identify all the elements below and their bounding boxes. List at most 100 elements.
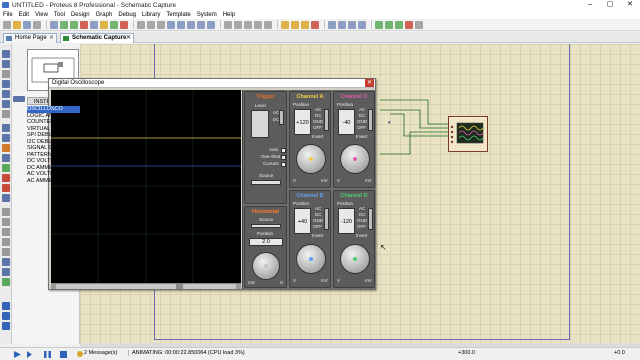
horizontal-position-display[interactable]: 2.0	[249, 238, 283, 246]
channel-d-volts-knob[interactable]	[340, 244, 370, 274]
channel-d-position-display[interactable]: -120	[338, 208, 355, 234]
open-folder-icon[interactable]	[13, 20, 21, 29]
channel-a-volts-knob[interactable]	[296, 144, 326, 174]
virtual-instrument-icon[interactable]	[2, 194, 10, 202]
current-probe-icon[interactable]	[2, 184, 10, 192]
tape-recorder-icon[interactable]	[2, 154, 10, 162]
menu-view[interactable]: View	[35, 12, 48, 18]
zoom-out-icon[interactable]	[187, 20, 195, 29]
make-device-icon[interactable]	[338, 20, 346, 29]
menu-help[interactable]: Help	[223, 12, 235, 18]
save-icon[interactable]	[23, 20, 31, 29]
menu-file[interactable]: File	[3, 12, 13, 18]
property-tool-icon[interactable]	[395, 20, 403, 29]
close-project-icon[interactable]	[33, 20, 41, 29]
close-icon[interactable]: ✕	[620, 0, 640, 10]
symbol-2d-icon[interactable]	[2, 268, 10, 276]
origin-icon[interactable]	[157, 20, 165, 29]
marker-2d-icon[interactable]	[2, 278, 10, 286]
pan-icon[interactable]	[167, 20, 175, 29]
junction-dot-icon[interactable]	[2, 70, 10, 78]
device-pin-icon[interactable]	[2, 134, 10, 142]
text-2d-icon[interactable]	[2, 258, 10, 266]
messages-count[interactable]: 2 Message(s)	[84, 350, 117, 356]
step-button[interactable]	[27, 351, 32, 358]
paste-icon[interactable]	[264, 20, 272, 29]
message-icon[interactable]	[77, 351, 83, 357]
pick-device-icon[interactable]	[328, 20, 336, 29]
component-mode-icon[interactable]	[2, 60, 10, 68]
close-icon[interactable]: ✕	[365, 79, 374, 87]
rotate-anticlockwise-icon[interactable]	[2, 312, 10, 320]
subcircuit-icon[interactable]	[2, 110, 10, 118]
schematic-icon[interactable]	[60, 20, 68, 29]
maximize-icon[interactable]: ▢	[600, 0, 620, 10]
block-rotate-icon[interactable]	[301, 20, 309, 29]
menu-library[interactable]: Library	[142, 12, 160, 18]
zoom-all-icon[interactable]	[197, 20, 205, 29]
pcb-layout-icon[interactable]	[70, 20, 78, 29]
box-2d-icon[interactable]	[2, 218, 10, 226]
block-delete-icon[interactable]	[311, 20, 319, 29]
trigger-mode-button[interactable]	[281, 148, 286, 153]
trigger-source-selector[interactable]	[251, 180, 281, 185]
selection-mode-icon[interactable]	[2, 50, 10, 58]
electrical-check-icon[interactable]	[415, 20, 423, 29]
one-shot-button[interactable]	[281, 155, 286, 160]
block-move-icon[interactable]	[291, 20, 299, 29]
scope-horizontal-scrollbar[interactable]	[51, 283, 241, 289]
close-tab-icon[interactable]: ✕	[126, 34, 131, 43]
bus-icon[interactable]	[2, 100, 10, 108]
tab-schematic-capture[interactable]: Schematic Capture ✕	[60, 33, 134, 43]
digital-oscilloscope-window[interactable]: Digital Oscilloscope ✕ Trigger Level AC …	[48, 78, 376, 290]
scroll-left-icon[interactable]	[51, 284, 56, 289]
channel-c-position-display[interactable]: -40	[338, 109, 355, 135]
menu-debug[interactable]: Debug	[118, 12, 136, 18]
gerber-icon[interactable]	[90, 20, 98, 29]
block-copy-icon[interactable]	[281, 20, 289, 29]
zoom-area-icon[interactable]	[207, 20, 215, 29]
netlist-icon[interactable]	[405, 20, 413, 29]
bom-icon[interactable]	[110, 20, 118, 29]
horizontal-source-selector[interactable]	[251, 224, 281, 228]
redo-icon[interactable]	[234, 20, 242, 29]
channel-a-coupling-switch[interactable]	[324, 109, 329, 131]
menu-tool[interactable]: Tool	[54, 12, 65, 18]
channel-b-coupling-switch[interactable]	[324, 208, 329, 230]
circle-2d-icon[interactable]	[2, 228, 10, 236]
copy-icon[interactable]	[254, 20, 262, 29]
pick-from-library-button[interactable]	[13, 96, 25, 102]
generator-icon[interactable]	[2, 164, 10, 172]
wire-label-icon[interactable]	[2, 80, 10, 88]
menu-template[interactable]: Template	[166, 12, 190, 18]
line-2d-icon[interactable]	[2, 208, 10, 216]
pause-button[interactable]	[44, 351, 51, 358]
close-tab-icon[interactable]: ✕	[49, 34, 54, 43]
channel-b-position-display[interactable]: +40	[294, 208, 311, 234]
stop-button[interactable]	[60, 351, 67, 358]
source-code-icon[interactable]	[120, 20, 128, 29]
cursors-button[interactable]	[281, 162, 286, 167]
arc-2d-icon[interactable]	[2, 238, 10, 246]
play-button[interactable]	[14, 351, 21, 358]
tab-home-page[interactable]: Home Page ✕	[3, 33, 57, 43]
package-tool-icon[interactable]	[348, 20, 356, 29]
zoom-in-icon[interactable]	[177, 20, 185, 29]
voltage-probe-icon[interactable]	[2, 174, 10, 182]
refresh-icon[interactable]	[137, 20, 145, 29]
rotate-clockwise-icon[interactable]	[2, 302, 10, 310]
cut-icon[interactable]	[244, 20, 252, 29]
scroll-thumb[interactable]	[176, 284, 183, 289]
undo-icon[interactable]	[224, 20, 232, 29]
decompose-icon[interactable]	[358, 20, 366, 29]
minimize-icon[interactable]: –	[580, 0, 600, 10]
menu-graph[interactable]: Graph	[96, 12, 113, 18]
menu-system[interactable]: System	[197, 12, 217, 18]
graph-icon[interactable]	[2, 144, 10, 152]
level-display[interactable]	[251, 110, 269, 138]
text-script-icon[interactable]	[2, 90, 10, 98]
menu-edit[interactable]: Edit	[19, 12, 29, 18]
menu-design[interactable]: Design	[71, 12, 90, 18]
instrument-list-item[interactable]: AC AMMET	[27, 178, 80, 185]
channel-a-position-display[interactable]: +120	[294, 109, 311, 135]
